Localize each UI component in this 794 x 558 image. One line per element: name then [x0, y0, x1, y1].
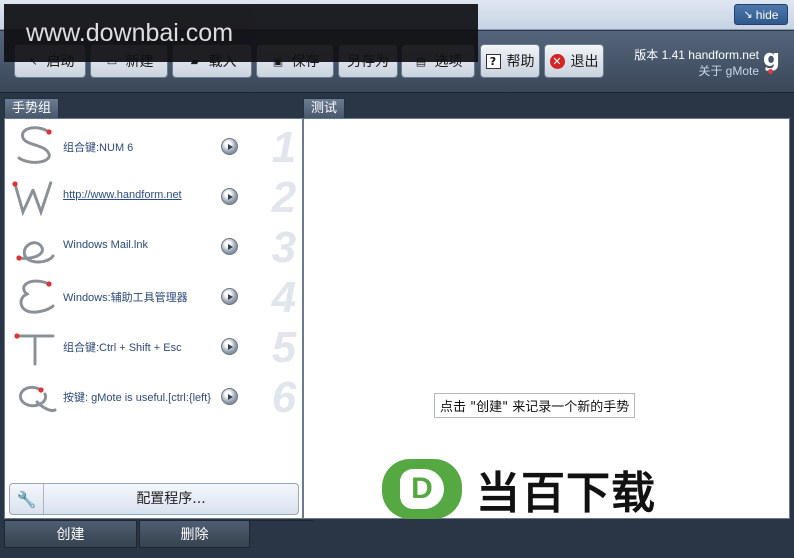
gesture-action-text[interactable]: http://www.handform.net	[63, 189, 225, 201]
logo-dot	[767, 69, 773, 74]
create-button[interactable]: 创建	[4, 520, 137, 548]
version-info: 版本 1.41 handform.net 关于 gMote	[634, 47, 759, 79]
gesture-action-text: 按键: gMote is useful.[ctrl:{left}	[63, 392, 211, 404]
play-action-icon[interactable]	[221, 238, 238, 255]
gesture-row[interactable]: http://www.handform.net 2	[5, 171, 302, 222]
wrench-icon: 🔧	[10, 484, 44, 514]
gesture-action-text: Windows:辅助工具管理器	[63, 292, 188, 304]
exit-button[interactable]: ✕ 退出	[544, 44, 604, 78]
play-action-icon[interactable]	[221, 288, 238, 305]
arrow-down-right-icon: ↘	[743, 9, 753, 21]
help-button[interactable]: ? 帮助	[480, 44, 540, 78]
gesture-row[interactable]: 组合键:Ctrl + Shift + Esc 5	[5, 321, 302, 372]
version-text: 版本 1.41 handform.net	[634, 48, 759, 62]
hide-label: hide	[755, 7, 779, 22]
play-action-icon[interactable]	[221, 188, 238, 205]
gesture-stroke-icon	[14, 333, 55, 366]
gesture-stroke-icon	[12, 180, 53, 217]
help-icon: ?	[485, 53, 501, 69]
about-link[interactable]: 关于 gMote	[634, 63, 759, 79]
brand-logo-letter: D	[400, 469, 444, 509]
hide-button[interactable]: ↘ hide	[734, 4, 788, 25]
gesture-row[interactable]: Windows Mail.lnk 3	[5, 221, 302, 272]
gesture-stroke-icon	[16, 241, 55, 264]
gesture-stroke-icon	[19, 279, 55, 314]
gesture-list-panel: 组合键:NUM 6 1 http://www.handform.net 2 Window…	[4, 118, 303, 519]
test-tab[interactable]: 测试	[303, 98, 346, 118]
brand-watermark: D 当百下载	[382, 458, 656, 520]
gesture-stroke-icon	[18, 385, 57, 412]
exit-icon: ✕	[549, 53, 565, 69]
gesture-number: 5	[271, 323, 297, 372]
gesture-number: 6	[271, 373, 297, 422]
gesture-row[interactable]: 组合键:NUM 6 1	[5, 121, 302, 172]
configure-label: 配置程序...	[136, 491, 206, 507]
gesture-stroke-icon	[17, 126, 52, 164]
play-action-icon[interactable]	[221, 338, 238, 355]
gesture-action-text: 组合键:Ctrl + Shift + Esc	[63, 342, 182, 354]
brand-logo-icon: D	[382, 459, 462, 519]
watermark-site: www.downbai.com	[26, 18, 234, 47]
gesture-action-text: Windows Mail.lnk	[63, 239, 148, 251]
gesture-row[interactable]: Windows:辅助工具管理器 4	[5, 271, 302, 322]
gesture-number: 2	[271, 173, 297, 222]
logo-letter: g	[762, 44, 780, 72]
gesture-number: 3	[271, 223, 297, 272]
gesture-action-text: 组合键:NUM 6	[63, 142, 134, 154]
gesture-group-tab[interactable]: 手势组	[4, 98, 60, 118]
help-label: 帮助	[506, 54, 535, 70]
gesture-number: 1	[271, 123, 297, 172]
play-action-icon[interactable]	[221, 388, 238, 405]
create-hint: 点击 "创建" 来记录一个新的手势	[434, 393, 636, 418]
play-action-icon[interactable]	[221, 138, 238, 155]
configure-programs-button[interactable]: 🔧 配置程序...	[9, 483, 299, 515]
brand-name: 当百下载	[476, 468, 656, 519]
exit-label: 退出	[570, 54, 599, 70]
gmote-logo: g	[762, 44, 780, 74]
delete-button[interactable]: 删除	[139, 520, 250, 548]
watermark-banner: www.downbai.com	[4, 4, 478, 62]
gesture-number: 4	[271, 273, 297, 322]
gesture-row[interactable]: 按键: gMote is useful.[ctrl:{left} 6	[5, 371, 302, 422]
bottom-divider	[250, 520, 314, 521]
